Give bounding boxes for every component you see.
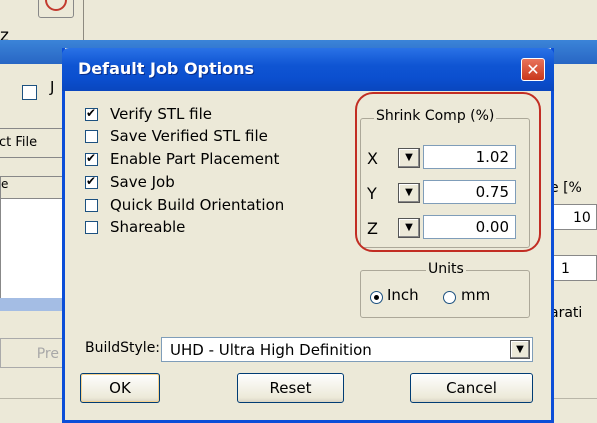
stop-icon (45, 0, 67, 11)
option-label: Save Verified STL file (110, 127, 268, 145)
select-file-button[interactable]: ct File (0, 128, 70, 158)
mm-radio-label: mm (461, 286, 491, 304)
parent-right-field-2[interactable]: 1 (548, 255, 597, 281)
parent-right-text: arati (550, 305, 583, 321)
option-label: Save Job (110, 173, 175, 191)
parent-checkbox-label: J (50, 78, 55, 96)
save-verified-stl-checkbox[interactable] (85, 129, 98, 143)
option-enable-part-placement[interactable]: Enable Part Placement (85, 148, 279, 170)
option-label: Quick Build Orientation (110, 196, 285, 214)
verify-stl-checkbox[interactable] (85, 106, 98, 121)
toolbar-stop-button[interactable] (38, 0, 74, 18)
parent-checkbox[interactable] (22, 85, 37, 100)
quick-build-orientation-checkbox[interactable] (85, 198, 98, 212)
units-legend: Units (426, 261, 466, 277)
option-quick-build-orientation[interactable]: Quick Build Orientation (85, 194, 284, 216)
shareable-checkbox[interactable] (85, 220, 98, 234)
dialog-titlebar[interactable]: Default Job Options ✕ (62, 48, 554, 91)
close-icon: ✕ (526, 60, 540, 79)
parent-right-field-1[interactable]: 10 (548, 204, 597, 230)
enable-part-placement-checkbox[interactable] (85, 151, 98, 166)
save-job-checkbox[interactable] (85, 174, 98, 189)
inch-radio[interactable] (370, 291, 383, 304)
parent-list[interactable] (0, 198, 66, 302)
option-save-verified-stl[interactable]: Save Verified STL file (85, 125, 268, 147)
parent-list-scrollbar[interactable] (0, 298, 64, 311)
cancel-button[interactable]: Cancel (410, 373, 533, 403)
close-button[interactable]: ✕ (521, 58, 545, 81)
preview-button[interactable]: Pre (0, 338, 64, 368)
chevron-down-icon: ▼ (516, 344, 524, 355)
parent-right-header: e [% (550, 180, 582, 196)
reset-button[interactable]: Reset (237, 373, 344, 403)
option-verify-stl[interactable]: Verify STL file (85, 103, 212, 125)
dialog-title: Default Job Options (78, 59, 255, 78)
buildstyle-label: BuildStyle: (85, 340, 161, 356)
mm-radio[interactable] (443, 291, 456, 304)
option-label: Verify STL file (110, 105, 212, 123)
buildstyle-dropdown-button[interactable]: ▼ (510, 340, 530, 359)
option-label: Shareable (110, 218, 186, 236)
option-save-job[interactable]: Save Job (85, 171, 175, 193)
option-shareable[interactable]: Shareable (85, 216, 185, 238)
ok-button[interactable]: OK (80, 373, 160, 403)
toolbar-divider (83, 0, 84, 40)
option-label: Enable Part Placement (110, 150, 280, 168)
buildstyle-select[interactable]: UHD - Ultra High Definition ▼ (161, 337, 533, 362)
parent-toolbar: z (0, 0, 597, 46)
shrink-comp-highlight (355, 92, 541, 252)
list-column-header[interactable]: e (0, 176, 66, 200)
buildstyle-value: UHD - Ultra High Definition (170, 341, 372, 359)
default-job-options-dialog: Default Job Options ✕ Verify STL file Sa… (62, 48, 554, 423)
inch-radio-label: Inch (387, 286, 419, 304)
